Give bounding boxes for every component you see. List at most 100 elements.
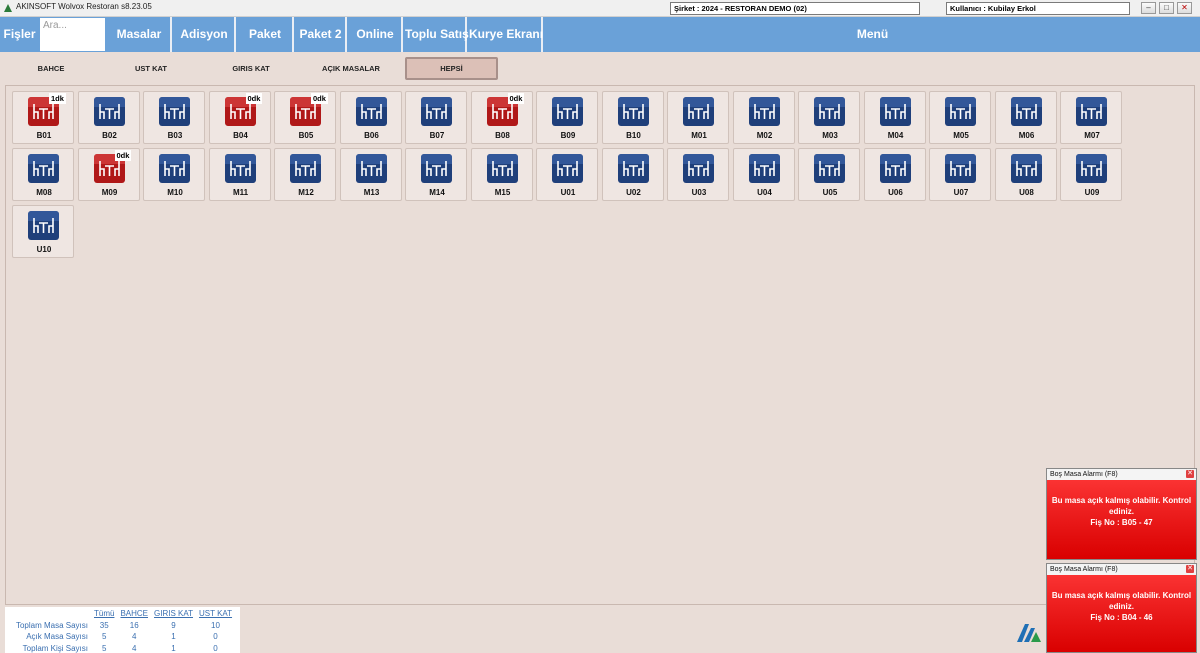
stats-row-label: Açık Masa Sayısı [26, 632, 88, 642]
table-tile[interactable]: M14 [405, 148, 467, 201]
table-tile[interactable]: U06 [863, 148, 926, 201]
table-label: U04 [757, 188, 772, 197]
table-tile[interactable]: U04 [732, 148, 795, 201]
table-icon [1076, 97, 1107, 126]
close-button[interactable]: ✕ [1177, 2, 1192, 14]
stats-cell: 1 [171, 632, 176, 642]
table-tile[interactable]: 0dk M09 [77, 148, 140, 201]
fisler-button[interactable]: Fişler [0, 17, 39, 52]
table-tile[interactable]: M02 [732, 91, 795, 144]
adisyon-button[interactable]: Adisyon [174, 17, 236, 52]
table-icon [552, 154, 583, 183]
table-tile[interactable]: U05 [798, 148, 860, 201]
table-duration-badge: 0dk [245, 93, 263, 104]
alarm-message: Bu masa açık kalmış olabilir. Kontrol ed… [1051, 591, 1192, 611]
table-tile[interactable]: M01 [667, 91, 729, 144]
table-tile[interactable]: 0dk B05 [274, 91, 336, 144]
table-tile[interactable]: M07 [1060, 91, 1122, 144]
table-duration-badge: 0dk [114, 150, 132, 161]
table-label: B03 [167, 131, 183, 140]
table-label: B02 [102, 131, 117, 140]
table-tile[interactable]: M08 [12, 148, 74, 201]
table-tile[interactable]: B10 [601, 91, 664, 144]
table-label: M14 [429, 188, 445, 197]
table-tile[interactable]: B06 [339, 91, 402, 144]
search-input[interactable]: Ara... [39, 17, 106, 52]
table-icon [486, 154, 518, 183]
main-navigation: Fişler Ara... Masalar Adisyon Paket Pake… [0, 17, 1200, 52]
toplu-satis-button[interactable]: Toplu Satış [405, 17, 469, 52]
empty-table-alarm[interactable]: Boş Masa Alarmı (F8) ✕ Bu masa açık kalm… [1046, 468, 1197, 560]
table-label: B06 [364, 131, 379, 140]
table-tile[interactable]: M04 [863, 91, 926, 144]
table-tile[interactable]: M15 [470, 148, 533, 201]
stats-cell: 0 [213, 632, 218, 642]
table-icon [28, 154, 59, 183]
table-tile[interactable]: B07 [405, 91, 467, 144]
table-tile[interactable]: U10 [12, 205, 74, 258]
close-icon[interactable]: ✕ [1186, 470, 1194, 478]
table-label: M05 [953, 131, 969, 140]
table-tile[interactable]: M06 [994, 91, 1057, 144]
floor-tab-bahce[interactable]: BAHCE [16, 57, 86, 80]
table-label: U03 [691, 188, 707, 197]
table-tile[interactable]: U07 [929, 148, 991, 201]
table-label: M07 [1084, 131, 1100, 140]
table-tile[interactable]: 0dk B08 [470, 91, 533, 144]
table-tile[interactable]: U02 [601, 148, 664, 201]
minimize-button[interactable]: – [1141, 2, 1156, 14]
table-label: U09 [1084, 188, 1100, 197]
table-icon [879, 97, 911, 126]
maximize-button[interactable]: □ [1159, 2, 1174, 14]
table-label: B04 [233, 131, 248, 140]
table-icon [159, 97, 190, 126]
table-tile[interactable]: U08 [994, 148, 1057, 201]
kurye-ekrani-button[interactable]: Kurye Ekranı [469, 17, 543, 52]
empty-table-alarm[interactable]: Boş Masa Alarmı (F8) ✕ Bu masa açık kalm… [1046, 563, 1197, 653]
table-label: M09 [101, 188, 118, 197]
masalar-button[interactable]: Masalar [108, 17, 172, 52]
table-label: B05 [298, 131, 314, 140]
table-tile[interactable]: M12 [274, 148, 336, 201]
table-tile[interactable]: B02 [77, 91, 140, 144]
stats-cell: 9 [171, 620, 176, 630]
table-tile[interactable]: U01 [536, 148, 598, 201]
menu-button[interactable]: Menü [545, 17, 1200, 52]
floor-tab-giris-kat[interactable]: GIRIS KAT [212, 57, 290, 80]
table-label: B07 [429, 131, 445, 140]
floor-tab-acik-masalar[interactable]: AÇIK MASALAR [308, 57, 394, 80]
table-icon [1010, 97, 1042, 126]
table-icon [421, 97, 452, 126]
paket-button[interactable]: Paket [238, 17, 294, 52]
table-icon [421, 154, 452, 183]
table-label: U02 [626, 188, 641, 197]
stats-cell: 5 [102, 632, 107, 642]
table-tile[interactable]: U09 [1060, 148, 1122, 201]
floor-tab-hepsi[interactable]: HEPSİ [405, 57, 498, 80]
stats-cell: 4 [132, 643, 137, 653]
window-title: AKINSOFT Wolvox Restoran s8.23.05 [16, 2, 152, 11]
table-label: M04 [887, 131, 904, 140]
close-icon[interactable]: ✕ [1186, 565, 1194, 573]
table-label: M06 [1018, 131, 1035, 140]
table-icon [552, 97, 583, 126]
table-tile[interactable]: U03 [667, 148, 729, 201]
stats-header: GIRIS KAT [154, 609, 193, 619]
table-tile[interactable]: M05 [929, 91, 991, 144]
table-tile[interactable]: M11 [208, 148, 271, 201]
user-field: Kullanıcı : Kubilay Erkol [946, 2, 1130, 15]
paket2-button[interactable]: Paket 2 [296, 17, 347, 52]
table-tile[interactable]: M10 [143, 148, 205, 201]
floor-tab-ust-kat[interactable]: UST KAT [112, 57, 190, 80]
table-icon [28, 211, 59, 240]
table-label: B10 [626, 131, 641, 140]
online-button[interactable]: Online [349, 17, 403, 52]
table-tile[interactable]: 1dk B01 [12, 91, 74, 144]
table-label: M10 [167, 188, 183, 197]
table-label: M13 [363, 188, 380, 197]
table-tile[interactable]: B09 [536, 91, 598, 144]
table-tile[interactable]: B03 [143, 91, 205, 144]
table-tile[interactable]: M13 [339, 148, 402, 201]
table-tile[interactable]: M03 [798, 91, 860, 144]
table-tile[interactable]: 0dk B04 [208, 91, 271, 144]
